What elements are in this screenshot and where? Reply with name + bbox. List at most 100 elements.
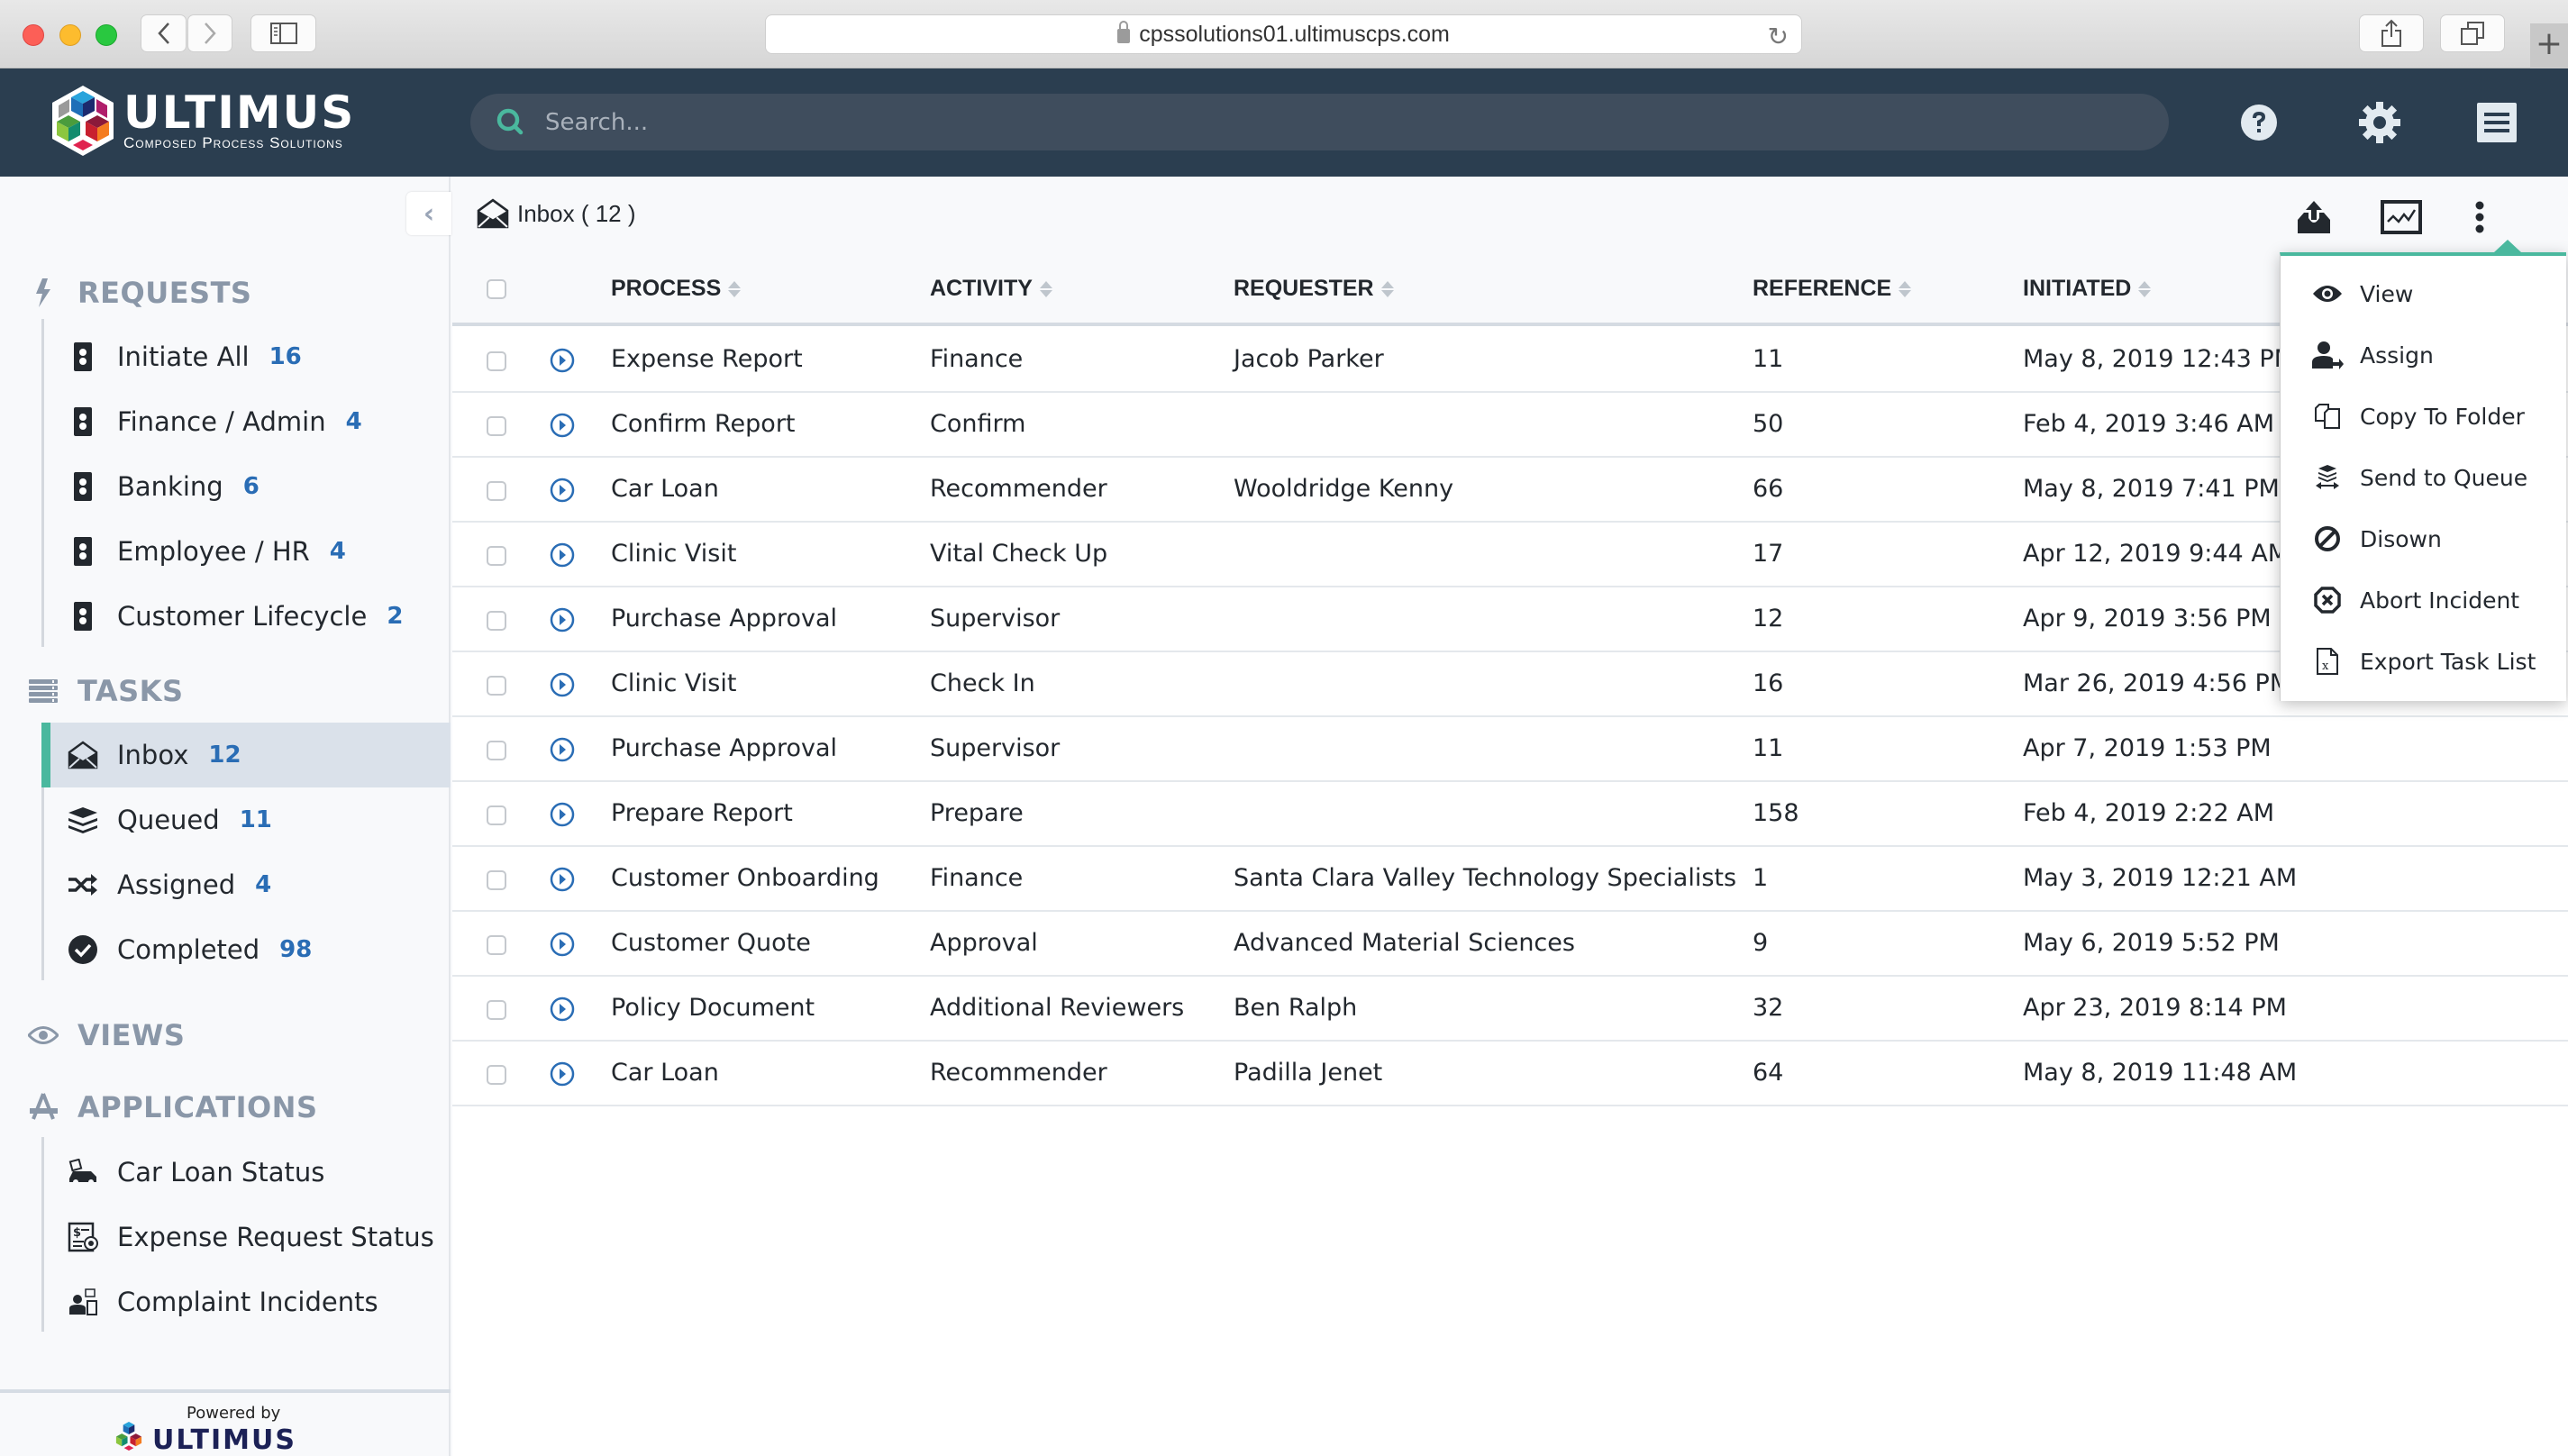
row-checkbox[interactable] bbox=[487, 611, 506, 631]
search-input[interactable] bbox=[545, 108, 2077, 136]
table-row[interactable]: Customer Onboarding Finance Santa Clara Va… bbox=[452, 847, 2568, 912]
open-task-icon[interactable] bbox=[550, 413, 575, 438]
reload-icon[interactable]: ↻ bbox=[1768, 22, 1789, 51]
column-header-activity[interactable]: ACTIVITY bbox=[930, 276, 1052, 302]
show-tabs-button[interactable] bbox=[2440, 14, 2505, 52]
minimize-window-button[interactable] bbox=[59, 24, 81, 46]
sidebar-item-complaint-incidents[interactable]: Complaint Incidents bbox=[41, 1269, 451, 1334]
menu-item-send-to-queue[interactable]: Send to Queue bbox=[2281, 447, 2565, 508]
table-row[interactable]: Car Loan Recommender Padilla Jenet 64 May 8,… bbox=[452, 1042, 2568, 1106]
open-task-icon[interactable] bbox=[550, 867, 575, 892]
row-checkbox[interactable] bbox=[487, 546, 506, 566]
close-window-button[interactable] bbox=[23, 24, 44, 46]
open-task-icon[interactable] bbox=[550, 348, 575, 373]
sidebar-item-initiate-all[interactable]: Initiate All 16 bbox=[41, 324, 451, 389]
table-row[interactable]: Clinic Visit Vital Check Up 17 Apr 12, 2019… bbox=[452, 523, 2568, 587]
open-task-icon[interactable] bbox=[550, 672, 575, 697]
open-task-icon[interactable] bbox=[550, 1061, 575, 1087]
section-applications[interactable]: APPLICATIONS bbox=[27, 1085, 318, 1130]
collapse-sidebar-button[interactable]: ‹ bbox=[406, 192, 451, 235]
row-checkbox[interactable] bbox=[487, 870, 506, 890]
open-task-icon[interactable] bbox=[550, 996, 575, 1022]
row-checkbox[interactable] bbox=[487, 741, 506, 760]
share-button[interactable] bbox=[2359, 14, 2424, 52]
table-row[interactable]: Purchase Approval Supervisor 12 Apr 9, 2019… bbox=[452, 587, 2568, 652]
table-row[interactable]: Customer Quote Approval Advanced Material … bbox=[452, 912, 2568, 977]
sidebar-item-customer-lifecycle[interactable]: Customer Lifecycle 2 bbox=[41, 584, 451, 649]
menu-item-abort-incident[interactable]: Abort Incident bbox=[2281, 569, 2565, 631]
more-options-button[interactable] bbox=[2457, 195, 2502, 240]
ban-icon bbox=[2311, 523, 2344, 555]
open-task-icon[interactable] bbox=[550, 932, 575, 957]
count-badge: 4 bbox=[345, 408, 362, 435]
column-header-process[interactable]: PROCESS bbox=[611, 276, 742, 302]
sidebar-item-inbox[interactable]: Inbox 12 bbox=[41, 723, 451, 787]
table-row[interactable]: Expense Report Finance Jacob Parker 11 May 8… bbox=[452, 328, 2568, 393]
row-checkbox[interactable] bbox=[487, 676, 506, 696]
ultimus-logo[interactable]: ULTIMUS Composed Process Solutions bbox=[50, 84, 355, 158]
row-checkbox[interactable] bbox=[487, 481, 506, 501]
column-header-initiated[interactable]: INITIATED bbox=[2023, 276, 2152, 302]
sidebar-item-employee-hr[interactable]: Employee / HR 4 bbox=[41, 519, 451, 584]
cell-requester: Advanced Material Sciences bbox=[1234, 929, 1575, 957]
open-task-icon[interactable] bbox=[550, 737, 575, 762]
open-task-icon[interactable] bbox=[550, 542, 575, 568]
sidebar-footer: Powered by ULTIMUS bbox=[0, 1389, 451, 1456]
help-button[interactable] bbox=[2232, 96, 2286, 150]
forward-button[interactable] bbox=[187, 14, 232, 52]
section-views[interactable]: VIEWS bbox=[27, 1013, 185, 1058]
menu-item-assign[interactable]: Assign bbox=[2281, 324, 2565, 386]
open-task-icon[interactable] bbox=[550, 478, 575, 503]
table-row[interactable]: Car Loan Recommender Wooldridge Kenny 66 May… bbox=[452, 458, 2568, 523]
row-checkbox[interactable] bbox=[487, 416, 506, 436]
menu-item-export-task-list[interactable]: x Export Task List bbox=[2281, 631, 2565, 692]
row-checkbox[interactable] bbox=[487, 935, 506, 955]
ultimus-cube-small-icon bbox=[115, 1421, 142, 1451]
sidebar-toggle-button[interactable] bbox=[250, 14, 316, 52]
menu-item-view[interactable]: View bbox=[2281, 263, 2565, 324]
table-row[interactable]: Confirm Report Confirm 50 Feb 4, 2019 3:46 … bbox=[452, 393, 2568, 458]
row-checkbox[interactable] bbox=[487, 805, 506, 825]
sidebar-item-completed[interactable]: Completed 98 bbox=[41, 917, 451, 982]
main-menu-button[interactable] bbox=[2470, 96, 2524, 150]
menu-item-copy-to-folder[interactable]: Copy To Folder bbox=[2281, 386, 2565, 447]
sort-icon bbox=[1039, 280, 1052, 297]
layers-icon bbox=[67, 804, 99, 836]
chart-button[interactable] bbox=[2379, 195, 2424, 240]
back-button[interactable] bbox=[141, 14, 187, 52]
column-header-requester[interactable]: REQUESTER bbox=[1234, 276, 1394, 302]
sidebar-item-queued[interactable]: Queued 11 bbox=[41, 787, 451, 852]
sidebar-item-expense-request-status[interactable]: $ Expense Request Status bbox=[41, 1205, 451, 1269]
sort-icon bbox=[728, 280, 742, 297]
settings-button[interactable] bbox=[2353, 96, 2407, 150]
column-header-reference[interactable]: REFERENCE bbox=[1753, 276, 1912, 302]
sidebar-item-finance-admin[interactable]: Finance / Admin 4 bbox=[41, 389, 451, 454]
cell-process: Purchase Approval bbox=[611, 605, 837, 632]
maximize-window-button[interactable] bbox=[96, 24, 117, 46]
menu-item-disown[interactable]: Disown bbox=[2281, 508, 2565, 569]
menu-item-label: View bbox=[2360, 280, 2414, 307]
logo-tagline: Composed Process Solutions bbox=[123, 134, 343, 151]
sidebar-item-assigned[interactable]: Assigned 4 bbox=[41, 852, 451, 917]
address-bar[interactable]: cpssolutions01.ultimuscps.com ↻ bbox=[765, 14, 1802, 54]
table-row[interactable]: Clinic Visit Check In 16 Mar 26, 2019 4:56 … bbox=[452, 652, 2568, 717]
sidebar-item-car-loan-status[interactable]: Car Loan Status bbox=[41, 1140, 451, 1205]
row-checkbox[interactable] bbox=[487, 1000, 506, 1020]
table-row[interactable]: Purchase Approval Supervisor 11 Apr 7, 2019… bbox=[452, 717, 2568, 782]
sidebar-item-banking[interactable]: Banking 6 bbox=[41, 454, 451, 519]
select-all-checkbox[interactable] bbox=[487, 279, 506, 299]
inbox-upload-button[interactable] bbox=[2291, 195, 2336, 240]
open-task-icon[interactable] bbox=[550, 802, 575, 827]
table-row[interactable]: Prepare Report Prepare 158 Feb 4, 2019 2:22… bbox=[452, 782, 2568, 847]
section-requests[interactable]: REQUESTS bbox=[27, 270, 251, 315]
row-checkbox[interactable] bbox=[487, 351, 506, 371]
open-task-icon[interactable] bbox=[550, 607, 575, 632]
new-tab-button[interactable]: + bbox=[2530, 23, 2568, 68]
cell-reference: 66 bbox=[1753, 475, 1784, 503]
table-row[interactable]: Policy Document Additional Reviewers Ben R… bbox=[452, 977, 2568, 1042]
cell-process: Confirm Report bbox=[611, 410, 796, 438]
search-bar[interactable] bbox=[470, 94, 2169, 150]
cell-initiated: May 6, 2019 5:52 PM bbox=[2023, 929, 2280, 957]
row-checkbox[interactable] bbox=[487, 1065, 506, 1085]
section-tasks[interactable]: TASKS bbox=[27, 669, 184, 714]
